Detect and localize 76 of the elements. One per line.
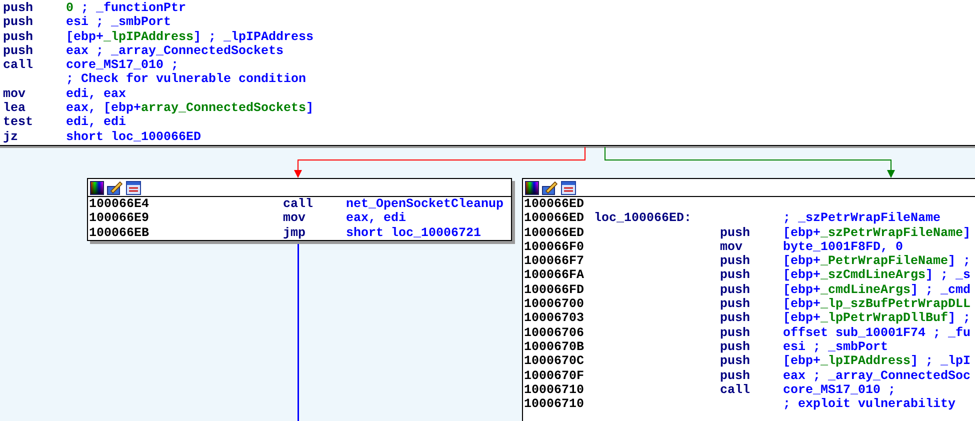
operand: edi, eax	[66, 86, 126, 101]
mnemonic: push	[720, 354, 750, 368]
operand: [ebp+_PetrWrapFileName] ;	[783, 254, 971, 268]
mnemonic: call	[283, 197, 314, 211]
address: 100066EB	[89, 226, 150, 240]
address: 100066F7	[524, 254, 584, 268]
mnemonic: push	[720, 340, 750, 354]
address: 100066E9	[89, 211, 150, 226]
address: 10006710	[524, 382, 584, 398]
color-palette-icon[interactable]	[525, 180, 539, 194]
graph-window-icon[interactable]	[126, 180, 141, 194]
operand: offset sub_10001F74 ; _fu	[783, 326, 971, 340]
operand: edi, edi	[66, 115, 126, 130]
operand: core_MS17_010 ;	[66, 58, 179, 72]
operand: [ebp+_lp_szBufPetrWrapDLL	[783, 297, 971, 312]
address: 100066E4	[89, 197, 150, 212]
label: loc_100066ED:	[594, 211, 692, 226]
mnemonic: push	[3, 15, 34, 30]
pencil-edit-icon[interactable]	[107, 180, 123, 194]
operand: 0 ; _functionPtr	[66, 1, 186, 15]
mnemonic: push	[3, 44, 34, 58]
address: 1000670B	[524, 340, 584, 354]
address: 100066ED	[524, 197, 584, 212]
operand: short loc_100066ED	[66, 130, 202, 144]
mnemonic: call	[3, 58, 34, 72]
mnemonic: push	[720, 268, 750, 282]
operand: ; Check for vulnerable condition	[66, 72, 306, 86]
operand: esi ; _smbPort	[783, 340, 888, 354]
address: 100066ED	[524, 211, 584, 226]
operand: net_OpenSocketCleanup	[346, 197, 504, 211]
operand: [ebp+_szCmdLineArgs] ; _s	[783, 268, 971, 282]
mnemonic: jz	[3, 130, 18, 144]
mnemonic: lea	[3, 101, 26, 116]
address: 10006710	[524, 397, 584, 412]
address: 1000670C	[524, 354, 584, 369]
mnemonic: push	[720, 311, 750, 326]
operand: [ebp+_szPetrWrapFileName]	[783, 226, 971, 240]
operand: eax, edi	[346, 211, 406, 226]
mnemonic: push	[720, 226, 750, 240]
mnemonic: mov	[720, 240, 743, 254]
address: 10006706	[524, 326, 584, 340]
operand: eax, [ebp+array_ConnectedSockets]	[66, 101, 314, 116]
operand: eax ; _array_ConnectedSockets	[66, 44, 284, 58]
mnemonic: push	[720, 326, 750, 340]
mnemonic: mov	[283, 211, 306, 226]
mnemonic: jmp	[283, 226, 306, 240]
operand: eax ; _array_ConnectedSoc	[783, 368, 971, 383]
address: 1000670F	[524, 368, 584, 383]
operand: [ebp+_lpIPAddress] ; _lpI	[783, 354, 971, 368]
address: 100066FA	[524, 268, 584, 283]
address: 100066F0	[524, 240, 584, 254]
mnemonic: push	[720, 282, 750, 297]
operand: esi ; _smbPort	[66, 15, 172, 30]
mnemonic: push	[3, 1, 34, 15]
operand: core_MS17_010 ;	[783, 382, 896, 397]
address: 100066ED	[524, 226, 584, 240]
address: 10006703	[524, 311, 584, 326]
mnemonic: call	[720, 382, 750, 397]
pencil-edit-icon[interactable]	[542, 180, 558, 194]
operand: ; exploit vulnerability	[783, 397, 956, 412]
mnemonic: push	[720, 368, 750, 383]
operand: [ebp+_lpPetrWrapDllBuf] ;	[783, 311, 971, 326]
mnemonic: test	[3, 115, 34, 130]
operand: ; _szPetrWrapFileName	[783, 211, 941, 226]
operand: short loc_10006721	[346, 226, 482, 240]
operand: [ebp+_cmdLineArgs] ; _cmd	[783, 282, 971, 297]
address: 100066FD	[524, 282, 584, 298]
address: 10006700	[524, 297, 584, 312]
operand: byte_1001F8FD, 0	[783, 240, 904, 254]
mnemonic: push	[720, 254, 750, 268]
operand: [ebp+_lpIPAddress] ; _lpIPAddress	[66, 30, 314, 44]
color-palette-icon[interactable]	[90, 180, 104, 194]
mnemonic: mov	[3, 86, 26, 101]
graph-window-icon[interactable]	[561, 180, 576, 194]
mnemonic: push	[720, 297, 750, 312]
mnemonic: push	[3, 30, 34, 44]
